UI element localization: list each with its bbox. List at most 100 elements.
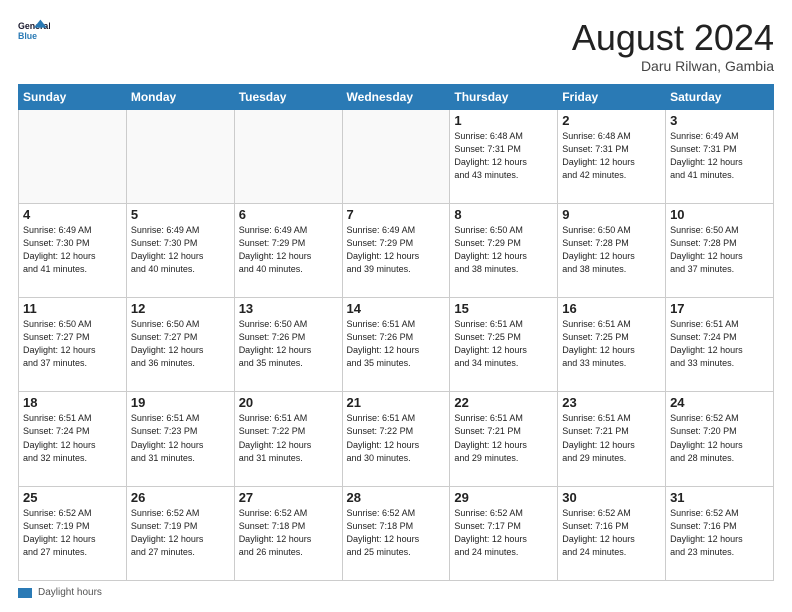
day-info: Sunrise: 6:50 AM Sunset: 7:28 PM Dayligh… <box>670 224 769 276</box>
top-section: General Blue August 2024 Daru Rilwan, Ga… <box>18 18 774 74</box>
daylight-legend-box <box>18 588 32 598</box>
calendar-cell: 28Sunrise: 6:52 AM Sunset: 7:18 PM Dayli… <box>342 486 450 580</box>
calendar-cell <box>19 109 127 203</box>
day-number: 15 <box>454 301 553 316</box>
weekday-header-monday: Monday <box>126 84 234 109</box>
day-number: 26 <box>131 490 230 505</box>
day-number: 24 <box>670 395 769 410</box>
location-title: Daru Rilwan, Gambia <box>572 58 774 74</box>
svg-text:Blue: Blue <box>18 31 37 41</box>
calendar-cell: 30Sunrise: 6:52 AM Sunset: 7:16 PM Dayli… <box>558 486 666 580</box>
logo: General Blue <box>18 18 50 50</box>
day-info: Sunrise: 6:50 AM Sunset: 7:27 PM Dayligh… <box>23 318 122 370</box>
day-number: 6 <box>239 207 338 222</box>
day-number: 8 <box>454 207 553 222</box>
calendar-cell: 14Sunrise: 6:51 AM Sunset: 7:26 PM Dayli… <box>342 298 450 392</box>
day-info: Sunrise: 6:51 AM Sunset: 7:26 PM Dayligh… <box>347 318 446 370</box>
calendar-cell: 7 Sunrise: 6:49 AM Sunset: 7:29 PM Daylig… <box>342 203 450 297</box>
day-info: Sunrise: 6:52 AM Sunset: 7:18 PM Dayligh… <box>239 507 338 559</box>
day-info: Sunrise: 6:48 AM Sunset: 7:31 PM Dayligh… <box>454 130 553 182</box>
day-info: Sunrise: 6:51 AM Sunset: 7:22 PM Dayligh… <box>347 412 446 464</box>
day-number: 4 <box>23 207 122 222</box>
day-number: 10 <box>670 207 769 222</box>
day-number: 21 <box>347 395 446 410</box>
calendar-cell: 16 Sunrise: 6:51 AM Sunset: 7:25 PM Dayli… <box>558 298 666 392</box>
day-number: 22 <box>454 395 553 410</box>
calendar-cell: 12Sunrise: 6:50 AM Sunset: 7:27 PM Dayli… <box>126 298 234 392</box>
calendar-cell: 18Sunrise: 6:51 AM Sunset: 7:24 PM Dayli… <box>19 392 127 486</box>
day-number: 1 <box>454 113 553 128</box>
day-number: 11 <box>23 301 122 316</box>
day-number: 20 <box>239 395 338 410</box>
weekday-header-row: SundayMondayTuesdayWednesdayThursdayFrid… <box>19 84 774 109</box>
calendar-cell: 10 Sunrise: 6:50 AM Sunset: 7:28 PM Dayli… <box>666 203 774 297</box>
day-info: Sunrise: 6:50 AM Sunset: 7:29 PM Dayligh… <box>454 224 553 276</box>
day-info: Sunrise: 6:49 AM Sunset: 7:29 PM Dayligh… <box>347 224 446 276</box>
day-info: Sunrise: 6:51 AM Sunset: 7:21 PM Dayligh… <box>454 412 553 464</box>
calendar-cell <box>126 109 234 203</box>
calendar-cell: 22 Sunrise: 6:51 AM Sunset: 7:21 PM Dayli… <box>450 392 558 486</box>
day-info: Sunrise: 6:52 AM Sunset: 7:19 PM Dayligh… <box>131 507 230 559</box>
day-info: Sunrise: 6:51 AM Sunset: 7:25 PM Dayligh… <box>562 318 661 370</box>
day-info: Sunrise: 6:51 AM Sunset: 7:25 PM Dayligh… <box>454 318 553 370</box>
day-info: Sunrise: 6:49 AM Sunset: 7:31 PM Dayligh… <box>670 130 769 182</box>
calendar-week-row: 11 Sunrise: 6:50 AM Sunset: 7:27 PM Dayli… <box>19 298 774 392</box>
day-info: Sunrise: 6:51 AM Sunset: 7:22 PM Dayligh… <box>239 412 338 464</box>
calendar-cell: 9 Sunrise: 6:50 AM Sunset: 7:28 PM Daylig… <box>558 203 666 297</box>
weekday-header-friday: Friday <box>558 84 666 109</box>
day-number: 31 <box>670 490 769 505</box>
calendar-cell: 8 Sunrise: 6:50 AM Sunset: 7:29 PM Daylig… <box>450 203 558 297</box>
calendar-week-row: 18Sunrise: 6:51 AM Sunset: 7:24 PM Dayli… <box>19 392 774 486</box>
day-info: Sunrise: 6:49 AM Sunset: 7:30 PM Dayligh… <box>131 224 230 276</box>
day-number: 28 <box>347 490 446 505</box>
day-info: Sunrise: 6:50 AM Sunset: 7:28 PM Dayligh… <box>562 224 661 276</box>
calendar-cell <box>342 109 450 203</box>
day-number: 7 <box>347 207 446 222</box>
day-info: Sunrise: 6:49 AM Sunset: 7:29 PM Dayligh… <box>239 224 338 276</box>
calendar-week-row: 4 Sunrise: 6:49 AM Sunset: 7:30 PM Daylig… <box>19 203 774 297</box>
calendar-cell: 23Sunrise: 6:51 AM Sunset: 7:21 PM Dayli… <box>558 392 666 486</box>
day-number: 23 <box>562 395 661 410</box>
day-info: Sunrise: 6:49 AM Sunset: 7:30 PM Dayligh… <box>23 224 122 276</box>
calendar-cell: 4 Sunrise: 6:49 AM Sunset: 7:30 PM Daylig… <box>19 203 127 297</box>
calendar-cell: 27 Sunrise: 6:52 AM Sunset: 7:18 PM Dayli… <box>234 486 342 580</box>
weekday-header-saturday: Saturday <box>666 84 774 109</box>
day-number: 19 <box>131 395 230 410</box>
day-number: 9 <box>562 207 661 222</box>
day-number: 3 <box>670 113 769 128</box>
calendar-cell: 26 Sunrise: 6:52 AM Sunset: 7:19 PM Dayli… <box>126 486 234 580</box>
day-info: Sunrise: 6:51 AM Sunset: 7:23 PM Dayligh… <box>131 412 230 464</box>
calendar-cell: 21 Sunrise: 6:51 AM Sunset: 7:22 PM Dayli… <box>342 392 450 486</box>
day-number: 13 <box>239 301 338 316</box>
calendar-cell: 17Sunrise: 6:51 AM Sunset: 7:24 PM Dayli… <box>666 298 774 392</box>
day-number: 12 <box>131 301 230 316</box>
day-info: Sunrise: 6:50 AM Sunset: 7:26 PM Dayligh… <box>239 318 338 370</box>
day-number: 25 <box>23 490 122 505</box>
day-number: 17 <box>670 301 769 316</box>
calendar-cell: 15 Sunrise: 6:51 AM Sunset: 7:25 PM Dayli… <box>450 298 558 392</box>
weekday-header-wednesday: Wednesday <box>342 84 450 109</box>
calendar-table: SundayMondayTuesdayWednesdayThursdayFrid… <box>18 84 774 581</box>
day-info: Sunrise: 6:52 AM Sunset: 7:16 PM Dayligh… <box>562 507 661 559</box>
weekday-header-sunday: Sunday <box>19 84 127 109</box>
day-info: Sunrise: 6:52 AM Sunset: 7:17 PM Dayligh… <box>454 507 553 559</box>
day-info: Sunrise: 6:48 AM Sunset: 7:31 PM Dayligh… <box>562 130 661 182</box>
day-info: Sunrise: 6:51 AM Sunset: 7:24 PM Dayligh… <box>23 412 122 464</box>
calendar-cell: 13 Sunrise: 6:50 AM Sunset: 7:26 PM Dayli… <box>234 298 342 392</box>
title-section: August 2024 Daru Rilwan, Gambia <box>572 18 774 74</box>
footer-label: Daylight hours <box>38 587 102 598</box>
month-year-title: August 2024 <box>572 18 774 58</box>
calendar-cell: 2 Sunrise: 6:48 AM Sunset: 7:31 PM Daylig… <box>558 109 666 203</box>
calendar-cell: 1 Sunrise: 6:48 AM Sunset: 7:31 PM Daylig… <box>450 109 558 203</box>
calendar-week-row: 1 Sunrise: 6:48 AM Sunset: 7:31 PM Daylig… <box>19 109 774 203</box>
day-number: 2 <box>562 113 661 128</box>
day-number: 27 <box>239 490 338 505</box>
calendar-cell: 19 Sunrise: 6:51 AM Sunset: 7:23 PM Dayli… <box>126 392 234 486</box>
calendar-cell: 29Sunrise: 6:52 AM Sunset: 7:17 PM Dayli… <box>450 486 558 580</box>
calendar-week-row: 25 Sunrise: 6:52 AM Sunset: 7:19 PM Dayli… <box>19 486 774 580</box>
day-number: 16 <box>562 301 661 316</box>
weekday-header-thursday: Thursday <box>450 84 558 109</box>
day-info: Sunrise: 6:52 AM Sunset: 7:19 PM Dayligh… <box>23 507 122 559</box>
weekday-header-tuesday: Tuesday <box>234 84 342 109</box>
calendar-cell: 20 Sunrise: 6:51 AM Sunset: 7:22 PM Dayli… <box>234 392 342 486</box>
